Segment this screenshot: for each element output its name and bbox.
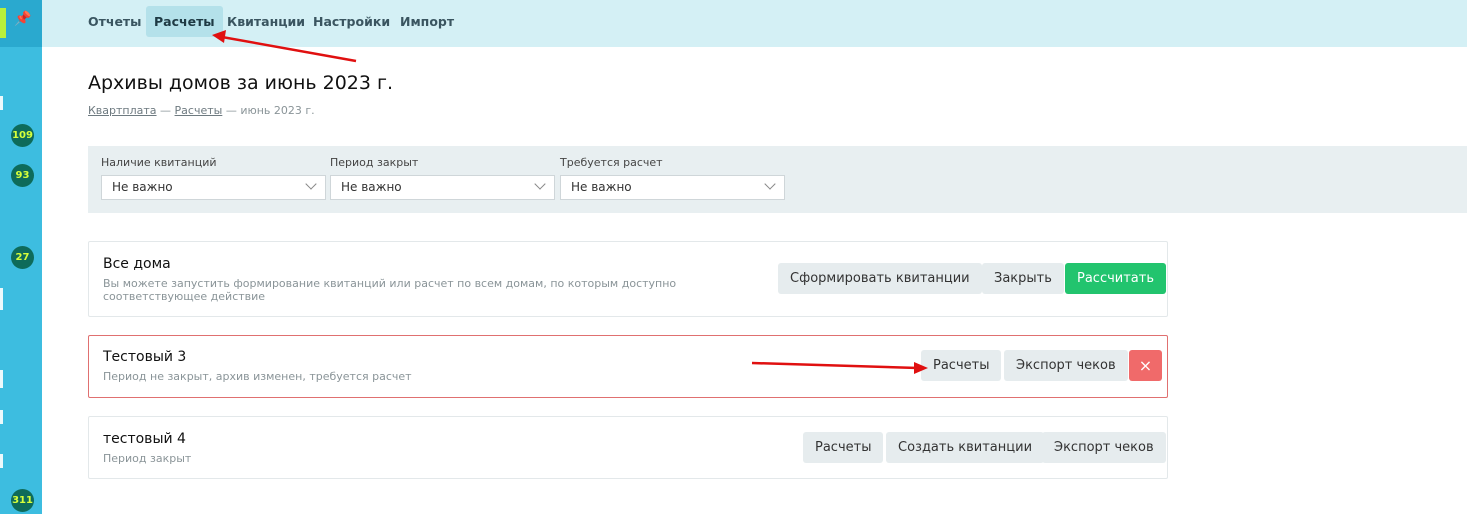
breadcrumb-separator: — [222,104,241,117]
logo [0,8,6,38]
card-title: Тестовый 3 [103,349,187,365]
period-closed-select[interactable]: Не важно [330,175,555,200]
sidebar-icon[interactable] [0,288,8,310]
pin-icon[interactable]: 📌 [14,11,31,27]
breadcrumb-separator: — [156,104,175,117]
filter-period-closed: Период закрыт Не важно [330,156,555,200]
house-card-test4: тестовый 4 Период закрыт Расчеты Создать… [88,416,1168,479]
breadcrumb-link-home[interactable]: Квартплата [88,104,157,117]
card-title: тестовый 4 [103,431,186,447]
sidebar-icon[interactable] [0,454,8,468]
filter-calc-required: Требуется расчет Не важно [560,156,785,200]
close-period-button[interactable]: Закрыть [982,263,1064,294]
chevron-down-icon [534,178,546,190]
receipts-select[interactable]: Не важно [101,175,326,200]
sidebar-badge[interactable]: 27 [11,246,34,269]
chevron-down-icon [305,178,317,190]
calc-required-select[interactable]: Не важно [560,175,785,200]
tab-calculations[interactable]: Расчеты [146,6,223,37]
sidebar-icon[interactable] [0,370,8,388]
sidebar-badge[interactable]: 93 [11,164,34,187]
select-value: Не важно [571,180,632,194]
card-description: Период закрыт [103,452,192,465]
tab-settings[interactable]: Настройки [305,6,398,37]
filter-label: Требуется расчет [560,156,663,169]
close-icon: × [1138,356,1153,375]
filter-bar: Наличие квитанций Не важно Период закрыт… [88,146,1467,213]
card-description: Вы можете запустить формирование квитанц… [103,277,677,303]
page-title: Архивы домов за июнь 2023 г. [88,72,394,94]
filter-receipts: Наличие квитанций Не важно [101,156,326,200]
breadcrumb-link-calculations[interactable]: Расчеты [175,104,223,117]
house-card-test3: Тестовый 3 Период не закрыт, архив измен… [88,335,1168,398]
chevron-down-icon [764,178,776,190]
calculations-button[interactable]: Расчеты [921,350,1002,381]
select-value: Не важно [341,180,402,194]
generate-receipts-button[interactable]: Сформировать квитанции [778,263,982,294]
filter-label: Наличие квитанций [101,156,217,169]
sidebar-icon[interactable] [0,96,8,110]
breadcrumb: Квартплата — Расчеты — июнь 2023 г. [88,104,315,117]
create-receipts-button[interactable]: Создать квитанции [886,432,1045,463]
select-value: Не важно [112,180,173,194]
export-checks-button[interactable]: Экспорт чеков [1004,350,1128,381]
card-title: Все дома [103,256,171,272]
sidebar-header: 📌 [0,0,42,47]
breadcrumb-current: июнь 2023 г. [240,104,315,117]
sidebar-badge[interactable]: 109 [11,124,34,147]
top-nav: Отчеты Расчеты Квитанции Настройки Импор… [42,0,1467,47]
export-checks-button[interactable]: Экспорт чеков [1042,432,1166,463]
sidebar-badge[interactable]: 311 [11,489,34,512]
tab-import[interactable]: Импорт [392,6,462,37]
all-houses-card: Все дома Вы можете запустить формировани… [88,241,1168,317]
tab-receipts[interactable]: Квитанции [219,6,313,37]
calculations-button[interactable]: Расчеты [803,432,884,463]
left-sidebar: 📌 109 93 27 311 [0,0,42,514]
card-description: Период не закрыт, архив изменен, требует… [103,370,412,383]
calculate-button[interactable]: Рассчитать [1065,263,1167,294]
tab-reports[interactable]: Отчеты [80,6,149,37]
filter-label: Период закрыт [330,156,419,169]
sidebar-icon[interactable] [0,410,8,424]
delete-button[interactable]: × [1129,350,1162,381]
